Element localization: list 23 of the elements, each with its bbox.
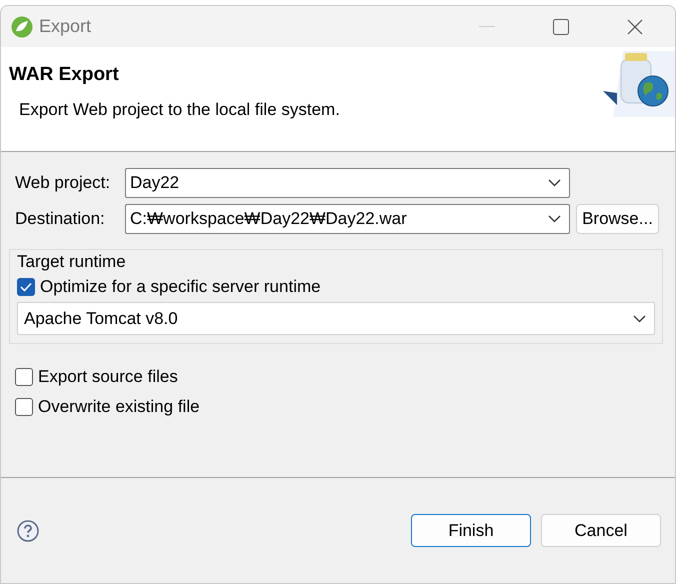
combo-field[interactable]: C:₩workspace₩Day22₩Day22.war bbox=[125, 204, 570, 234]
page-title: WAR Export bbox=[9, 64, 119, 86]
checkbox-label: Export source files bbox=[38, 367, 178, 387]
runtime-combo[interactable]: Apache Tomcat v8.0 bbox=[17, 302, 655, 335]
dialog-button[interactable]: Finish bbox=[411, 514, 531, 547]
checkbox-label: Overwrite existing file bbox=[38, 397, 200, 417]
checkbox-label: Optimize for a specific server runtime bbox=[40, 277, 321, 297]
close-icon[interactable] bbox=[627, 18, 643, 34]
window-title: Export bbox=[39, 16, 92, 37]
help-icon[interactable] bbox=[17, 520, 39, 542]
browse-button[interactable]: Browse... bbox=[576, 204, 659, 234]
maximize-icon[interactable] bbox=[553, 18, 569, 34]
field-label: Web project: bbox=[15, 173, 112, 193]
combo-field[interactable]: Day22 bbox=[125, 168, 570, 198]
leaf-logo-icon bbox=[11, 16, 33, 38]
checkmark-icon bbox=[20, 282, 32, 292]
checkbox[interactable] bbox=[15, 398, 33, 416]
page-description: Export Web project to the local file system. bbox=[19, 100, 340, 120]
checkbox[interactable] bbox=[17, 278, 35, 296]
checkbox[interactable] bbox=[15, 368, 33, 386]
field-label: Destination: bbox=[15, 209, 106, 229]
group-title: Target runtime bbox=[17, 252, 127, 272]
dialog-button[interactable]: Cancel bbox=[541, 514, 661, 547]
